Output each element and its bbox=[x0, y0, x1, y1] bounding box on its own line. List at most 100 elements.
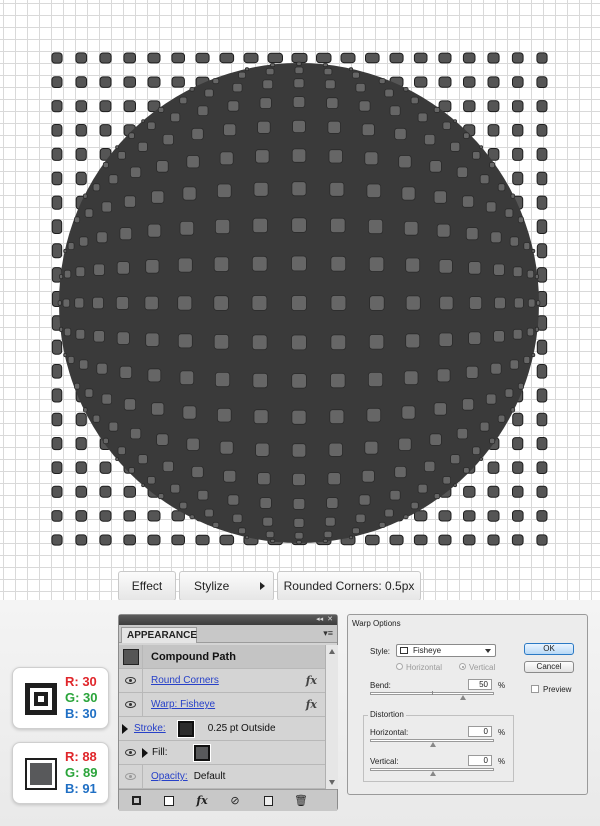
grid-tile bbox=[147, 510, 161, 522]
sphere-tile bbox=[227, 494, 240, 506]
sphere-tile bbox=[214, 218, 231, 235]
sphere-tile bbox=[101, 201, 113, 213]
scroll-up-icon[interactable] bbox=[329, 649, 335, 654]
eye-icon[interactable] bbox=[125, 677, 136, 684]
grid-tile bbox=[75, 76, 88, 88]
duplicate-item-icon[interactable] bbox=[261, 794, 275, 808]
warp-fisheye-link[interactable]: Warp: Fisheye bbox=[151, 699, 215, 710]
vertical-input[interactable]: 0 bbox=[468, 755, 492, 766]
opacity-link[interactable]: Opacity: bbox=[151, 771, 188, 782]
round-corners-link[interactable]: Round Corners bbox=[151, 675, 219, 686]
sphere-tile bbox=[157, 493, 165, 500]
grid-tile bbox=[536, 52, 548, 64]
sphere-tile bbox=[179, 220, 195, 236]
close-icon[interactable]: ✕ bbox=[327, 615, 333, 625]
opacity-row[interactable]: Opacity: Default bbox=[119, 764, 325, 789]
sphere-tile bbox=[186, 155, 200, 169]
sphere-tile bbox=[366, 183, 382, 199]
sphere-tile bbox=[189, 514, 195, 520]
sphere-tile bbox=[456, 166, 469, 178]
vertical-radio[interactable] bbox=[459, 663, 466, 670]
delete-icon[interactable]: 🗑 bbox=[294, 794, 308, 808]
grid-tile bbox=[51, 339, 63, 355]
sphere-tile bbox=[489, 161, 496, 169]
fx-icon[interactable]: fx bbox=[306, 674, 317, 687]
sphere-tile bbox=[534, 326, 539, 333]
disclosure-triangle-icon[interactable] bbox=[122, 723, 128, 734]
crumb-stylize[interactable]: Stylize bbox=[179, 571, 274, 601]
stroke-row[interactable]: Stroke: 0.25 pt Outside bbox=[119, 717, 325, 741]
eye-icon[interactable] bbox=[125, 773, 136, 780]
sphere-tile bbox=[355, 83, 366, 93]
add-fill-icon[interactable] bbox=[162, 794, 176, 808]
eye-icon[interactable] bbox=[125, 749, 136, 756]
grid-tile bbox=[438, 510, 452, 522]
bend-slider-knob[interactable] bbox=[460, 695, 466, 700]
sphere-tile bbox=[93, 330, 105, 343]
grid-tile bbox=[536, 485, 548, 498]
sphere-tile bbox=[429, 160, 442, 173]
sphere-tile bbox=[526, 327, 535, 337]
horizontal-radio[interactable] bbox=[396, 663, 403, 670]
sphere-tile bbox=[259, 497, 272, 509]
grid-tile bbox=[75, 124, 87, 137]
sphere-tile bbox=[368, 256, 385, 272]
grid-tile bbox=[171, 52, 185, 64]
sphere-tile bbox=[108, 174, 119, 185]
stroke-swatch[interactable] bbox=[176, 719, 195, 738]
grid-tile bbox=[487, 510, 500, 522]
horizontal-slider-knob[interactable] bbox=[430, 742, 436, 747]
round-corners-row[interactable]: Round Corners fx bbox=[119, 668, 325, 693]
fill-swatch[interactable] bbox=[192, 743, 211, 762]
bend-input[interactable]: 50 bbox=[468, 679, 492, 690]
style-select[interactable]: Fisheye bbox=[396, 644, 496, 657]
sphere-tile bbox=[322, 63, 329, 68]
clear-appearance-icon[interactable]: ⊘ bbox=[228, 794, 242, 808]
sphere-tile bbox=[398, 155, 412, 169]
fx-icon[interactable]: fx bbox=[306, 698, 317, 711]
sphere-tile bbox=[442, 121, 451, 130]
percent-label: % bbox=[498, 728, 506, 737]
sphere-tile bbox=[384, 88, 394, 98]
add-stroke-icon[interactable] bbox=[129, 794, 143, 808]
fisheye-artwork bbox=[51, 52, 548, 546]
tab-appearance[interactable]: APPEARANCE bbox=[121, 627, 197, 643]
crumb-effect[interactable]: Effect bbox=[118, 571, 176, 601]
grid-tile bbox=[147, 76, 161, 88]
crumb-rounded-corners[interactable]: Rounded Corners: 0.5px bbox=[277, 571, 421, 601]
panel-menu-icon[interactable]: ▾≡ bbox=[323, 628, 333, 639]
sphere-tile bbox=[252, 372, 268, 389]
sphere-tile bbox=[327, 472, 341, 486]
cancel-button[interactable]: Cancel bbox=[524, 661, 574, 673]
grid-tile bbox=[75, 437, 87, 451]
scroll-down-icon[interactable] bbox=[329, 780, 335, 785]
sphere-tile bbox=[238, 527, 246, 535]
grid-tile bbox=[219, 52, 235, 64]
disclosure-triangle-icon[interactable] bbox=[142, 747, 148, 758]
sphere-tile bbox=[461, 398, 475, 411]
preview-checkbox[interactable] bbox=[531, 685, 539, 693]
sphere-tile bbox=[364, 440, 379, 455]
add-effect-icon[interactable]: fx bbox=[195, 794, 209, 808]
sphere-tile bbox=[244, 535, 250, 540]
sphere-tile bbox=[456, 427, 469, 440]
sphere-tile bbox=[291, 217, 307, 233]
horizontal-input[interactable]: 0 bbox=[468, 726, 492, 737]
fill-row[interactable]: Fill: bbox=[119, 741, 325, 765]
sphere-tile bbox=[145, 259, 160, 274]
vertical-slider-knob[interactable] bbox=[430, 771, 436, 776]
warp-fisheye-row[interactable]: Warp: Fisheye fx bbox=[119, 692, 325, 717]
sphere-tile bbox=[170, 483, 181, 494]
grid-tile bbox=[75, 147, 87, 161]
eye-icon[interactable] bbox=[125, 701, 136, 708]
sphere-tile bbox=[348, 535, 354, 540]
panel-scrollbar[interactable] bbox=[325, 645, 338, 789]
sphere-tile bbox=[472, 446, 481, 455]
sphere-tile bbox=[213, 334, 230, 350]
stroke-link[interactable]: Stroke: bbox=[134, 723, 166, 734]
sphere-tile bbox=[494, 296, 506, 310]
grid-tile bbox=[512, 485, 524, 498]
collapse-icon[interactable]: ◂◂ bbox=[316, 615, 323, 625]
ok-button[interactable]: OK bbox=[524, 643, 574, 655]
compound-path-header[interactable]: Compound Path bbox=[119, 645, 325, 669]
